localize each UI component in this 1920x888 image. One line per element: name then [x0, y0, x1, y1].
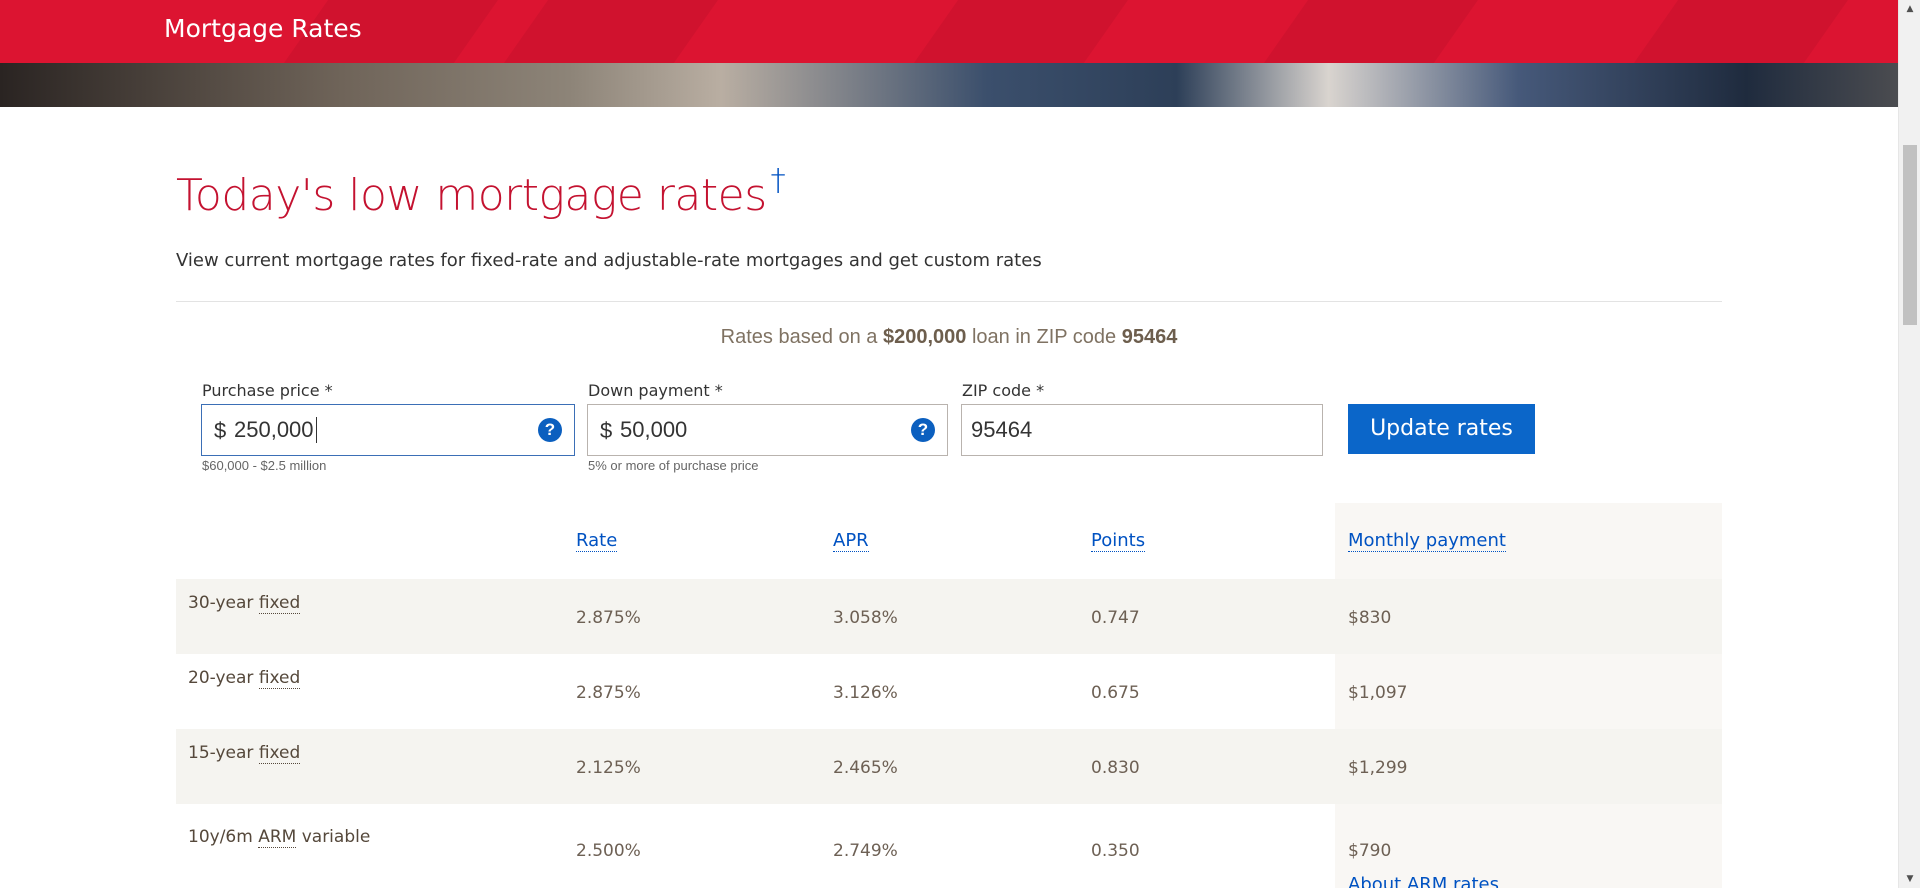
loan-term: 20-year fixed: [188, 668, 301, 689]
page-title-text: Today's low mortgage rates: [176, 170, 767, 221]
loan-term: 30-year fixed: [188, 593, 301, 614]
summary-prefix: Rates based on a: [720, 326, 883, 348]
page-scrollbar[interactable]: ▲ ▼: [1898, 0, 1920, 888]
decor-stripe: [873, 0, 1157, 63]
scroll-up-icon[interactable]: ▲: [1899, 0, 1920, 18]
table-row: 30-year fixed 2.875% 3.058% 0.747 $830: [176, 579, 1722, 654]
down-payment-hint: 5% or more of purchase price: [588, 458, 759, 473]
points-value: 0.747: [1091, 608, 1140, 628]
page-subtitle: View current mortgage rates for fixed-ra…: [176, 250, 1042, 271]
rate-column-header[interactable]: Rate: [576, 530, 618, 552]
rate-value: 2.125%: [576, 758, 641, 778]
monthly-payment-value: $1,299: [1348, 758, 1408, 778]
table-row: 10y/6m ARM variable 2.500% 2.749% 0.350 …: [176, 804, 1722, 888]
points-value: 0.675: [1091, 683, 1140, 703]
decor-stripe: [1593, 0, 1877, 63]
decor-stripe: [463, 0, 747, 63]
divider: [176, 301, 1722, 302]
monthly-payment-value: $830: [1348, 608, 1392, 628]
loan-type-link[interactable]: ARM: [258, 827, 297, 848]
loan-type-link[interactable]: fixed: [258, 668, 301, 689]
summary-zip: 95464: [1121, 326, 1178, 348]
down-payment-input[interactable]: $ 50,000 ?: [587, 404, 948, 456]
rates-summary: Rates based on a $200,000 loan in ZIP co…: [176, 326, 1722, 349]
purchase-price-help-icon[interactable]: ?: [538, 418, 562, 442]
table-header: Rate APR Points Monthly payment: [176, 503, 1722, 579]
loan-term-years: 15-year: [188, 743, 254, 763]
page-header-title: Mortgage Rates: [164, 14, 362, 43]
page-title: Today's low mortgage rates †: [176, 163, 786, 221]
summary-loan-amount: $200,000: [883, 326, 967, 348]
loan-term-years: 10y/6m: [188, 827, 253, 847]
zip-code-label: ZIP code *: [962, 381, 1045, 400]
rate-value: 2.875%: [576, 608, 641, 628]
text-caret: [316, 417, 317, 443]
currency-prefix: $: [214, 418, 227, 443]
rate-value: 2.500%: [576, 841, 641, 861]
down-payment-value[interactable]: 50,000: [620, 417, 687, 443]
points-value: 0.830: [1091, 758, 1140, 778]
about-arm-rates-link[interactable]: About ARM rates: [1348, 874, 1499, 888]
table-row: 20-year fixed 2.875% 3.126% 0.675 $1,097: [176, 654, 1722, 729]
scrollbar-thumb[interactable]: [1903, 145, 1917, 325]
purchase-price-input[interactable]: $ 250,000 ?: [201, 404, 575, 456]
apr-value: 3.126%: [833, 683, 898, 703]
monthly-payment-column-header[interactable]: Monthly payment: [1348, 530, 1506, 552]
currency-prefix: $: [600, 418, 613, 443]
zip-code-value[interactable]: 95464: [971, 417, 1032, 443]
apr-value: 2.465%: [833, 758, 898, 778]
purchase-price-hint: $60,000 - $2.5 million: [202, 458, 327, 473]
summary-middle: loan in ZIP code: [966, 326, 1122, 348]
points-column-header[interactable]: Points: [1091, 530, 1146, 552]
update-rates-button[interactable]: Update rates: [1348, 404, 1535, 454]
monthly-payment-value: $790: [1348, 841, 1392, 861]
apr-value: 2.749%: [833, 841, 898, 861]
rate-value: 2.875%: [576, 683, 641, 703]
purchase-price-value[interactable]: 250,000: [234, 417, 314, 443]
decor-stripe: [1223, 0, 1507, 63]
monthly-payment-value: $1,097: [1348, 683, 1408, 703]
apr-value: 3.058%: [833, 608, 898, 628]
scroll-down-icon[interactable]: ▼: [1899, 870, 1920, 888]
down-payment-label: Down payment *: [588, 381, 723, 400]
points-value: 0.350: [1091, 841, 1140, 861]
rates-table: Rate APR Points Monthly payment 30-year …: [176, 503, 1722, 888]
loan-term-years: 20-year: [188, 668, 254, 688]
loan-type-link[interactable]: fixed: [258, 593, 301, 614]
loan-type-link[interactable]: fixed: [258, 743, 301, 764]
table-row: 15-year fixed 2.125% 2.465% 0.830 $1,299: [176, 729, 1722, 804]
loan-term-suffix: variable: [301, 827, 371, 847]
zip-code-input[interactable]: 95464: [961, 404, 1323, 456]
apr-column-header[interactable]: APR: [833, 530, 869, 552]
purchase-price-label: Purchase price *: [202, 381, 333, 400]
down-payment-help-icon[interactable]: ?: [911, 418, 935, 442]
loan-term: 10y/6m ARM variable: [188, 827, 371, 848]
loan-term-years: 30-year: [188, 593, 254, 613]
loan-term: 15-year fixed: [188, 743, 301, 764]
hero-banner: Mortgage Rates: [0, 0, 1898, 107]
footnote-dagger-link[interactable]: †: [771, 163, 786, 198]
